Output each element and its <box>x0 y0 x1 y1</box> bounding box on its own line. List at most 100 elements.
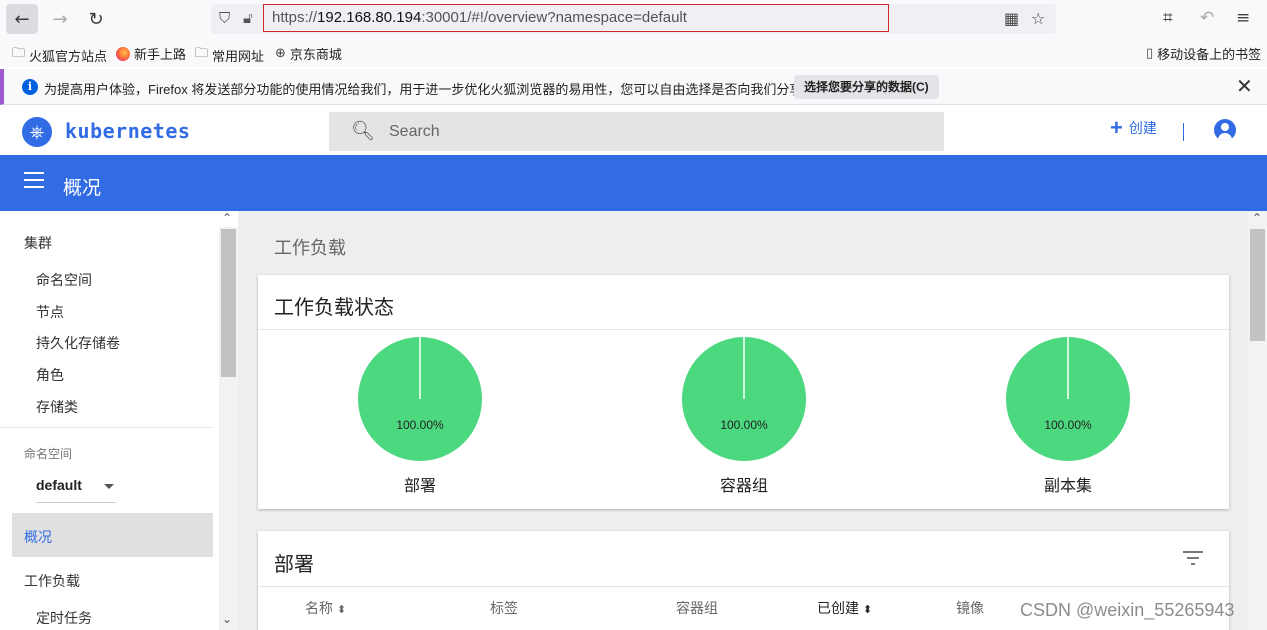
page-title-bar: 概况 <box>0 155 1267 211</box>
column-label: 标签 <box>490 600 518 616</box>
sidebar-group-cluster[interactable]: 集群 <box>24 233 52 253</box>
column-label: 镜像 <box>956 600 984 616</box>
pie-chart-replicasets: 100.00% <box>1006 337 1130 461</box>
bookmark-star-icon[interactable]: ☆ <box>1031 9 1045 28</box>
back-button[interactable]: ← <box>6 4 38 34</box>
sidebar-item-namespaces[interactable]: 命名空间 <box>36 270 92 290</box>
menu-icon[interactable]: ≡ <box>1236 8 1250 28</box>
brand-name[interactable]: kubernetes <box>65 119 190 143</box>
browser-toolbar: ← → ↻ ⛉ 🔓︎ https://192.168.80.194:30001/… <box>0 0 1267 39</box>
bookmark-jd[interactable]: ⊕ 京东商城 <box>275 44 342 63</box>
section-title: 工作负载 <box>274 238 346 258</box>
tracking-shield-icon[interactable]: ⛉ <box>219 9 230 27</box>
bookmarks-bar: 🗀 火狐官方站点 新手上路 🗀 常用网址 ⊕ 京东商城 ▯ 移动设备上的书签 <box>0 39 1267 67</box>
column-header-name[interactable]: 名称 ⬍ <box>305 598 346 618</box>
sidebar-scrollbar-thumb[interactable] <box>221 229 236 377</box>
sort-icon: ⬍ <box>336 603 347 616</box>
header-divider <box>1183 123 1184 141</box>
sidebar-item-cronjobs[interactable]: 定时任务 <box>36 608 92 628</box>
bookmark-common-sites[interactable]: 🗀 常用网址 <box>195 44 264 66</box>
workload-status-card: 工作负载状态 100.00% 部署 100.00% 容器组 100.00% 副本… <box>258 275 1229 509</box>
telemetry-notification: i 为提高用户体验，Firefox 将发送部分功能的使用情况给我们，用于进一步优… <box>0 69 1267 105</box>
scroll-down-arrow-icon[interactable]: ⌄ <box>222 612 232 626</box>
bookmark-label: 常用网址 <box>212 48 265 64</box>
forward-arrow-icon: → <box>52 8 68 30</box>
choose-data-button[interactable]: 选择您要分享的数据(C) <box>794 75 939 99</box>
column-header-created[interactable]: 已创建 ⬍ <box>817 598 872 618</box>
sidebar-item-overview[interactable]: 概况 <box>12 513 213 557</box>
forward-button[interactable]: → <box>44 4 76 34</box>
main-scrollbar-thumb[interactable] <box>1250 229 1265 341</box>
column-header-labels: 标签 <box>490 598 518 618</box>
pie-percent-label: 100.00% <box>720 418 768 432</box>
main-content: 工作负载 工作负载状态 100.00% 部署 100.00% 容器组 100.0… <box>238 211 1248 630</box>
reload-button[interactable]: ↻ <box>80 4 112 34</box>
sidebar-group-workloads[interactable]: 工作负载 <box>24 571 80 591</box>
pie-percent-label: 100.00% <box>396 418 444 432</box>
bookmark-label: 京东商城 <box>289 47 342 62</box>
folder-icon: 🗀 <box>12 46 26 61</box>
namespace-select[interactable]: default <box>36 477 116 503</box>
url-text[interactable]: https://192.168.80.194:30001/#!/overview… <box>263 4 889 32</box>
card-divider <box>258 586 1229 587</box>
mobile-device-icon: ▯ <box>1146 46 1154 61</box>
undo-icon[interactable]: ↶ <box>1200 8 1214 28</box>
search-box[interactable]: 🔍︎ <box>329 112 944 151</box>
namespace-value: default <box>36 477 82 493</box>
url-bar[interactable]: ⛉ 🔓︎ https://192.168.80.194:30001/#!/ove… <box>211 4 1056 34</box>
pie-percent-label: 100.00% <box>1044 418 1092 432</box>
hamburger-menu-icon[interactable] <box>24 172 44 188</box>
scroll-up-arrow-icon[interactable]: ⌃ <box>222 211 232 225</box>
column-label: 已创建 <box>817 600 859 616</box>
sidebar-item-persistent-volumes[interactable]: 持久化存储卷 <box>36 333 120 353</box>
reload-icon: ↻ <box>88 8 104 30</box>
bookmark-firefox-site[interactable]: 🗀 火狐官方站点 <box>12 44 107 66</box>
insecure-lock-icon[interactable]: 🔓︎ <box>243 9 253 27</box>
screenshot-crop-icon[interactable]: ⌗ <box>1163 8 1173 28</box>
pie-chart-deployments: 100.00% <box>358 337 482 461</box>
namespace-label: 命名空间 <box>24 447 73 461</box>
card-title: 部署 <box>274 554 314 576</box>
pie-label-replicasets: 副本集 <box>1043 478 1092 495</box>
create-label: 创建 <box>1128 120 1157 136</box>
sort-icon: ⬍ <box>862 603 873 616</box>
sidebar-item-nodes[interactable]: 节点 <box>36 302 64 322</box>
column-label: 名称 <box>305 600 333 616</box>
search-input[interactable] <box>389 121 929 143</box>
filter-icon[interactable] <box>1183 551 1203 565</box>
mobile-bookmarks[interactable]: ▯ 移动设备上的书签 <box>1146 44 1261 63</box>
sidebar-scrollbar[interactable] <box>219 227 238 630</box>
column-label: 容器组 <box>676 600 718 616</box>
folder-icon: 🗀 <box>195 46 209 61</box>
sidebar-item-storage-classes[interactable]: 存储类 <box>36 397 78 417</box>
pie-label-deployments: 部署 <box>403 478 436 495</box>
globe-icon: ⊕ <box>275 46 286 61</box>
info-icon: i <box>22 79 38 95</box>
search-icon: 🔍︎ <box>351 120 376 142</box>
firefox-icon <box>116 46 130 61</box>
sidebar-divider <box>0 427 213 428</box>
pie-label-pods: 容器组 <box>719 478 768 495</box>
bookmark-getting-started[interactable]: 新手上路 <box>116 44 186 63</box>
back-arrow-icon: ← <box>14 8 30 30</box>
qr-code-icon[interactable]: ▦ <box>1004 9 1019 28</box>
sidebar: 集群 命名空间 节点 持久化存储卷 角色 存储类 命名空间 default 概况… <box>0 211 238 630</box>
account-circle-icon[interactable] <box>1214 119 1236 141</box>
column-header-images: 镜像 <box>956 598 984 618</box>
dropdown-caret-icon <box>104 484 114 489</box>
card-title: 工作负载状态 <box>274 297 394 319</box>
card-divider <box>258 329 1229 330</box>
bookmark-label: 新手上路 <box>134 47 187 62</box>
kubernetes-logo-icon[interactable]: ⎈ <box>22 117 52 147</box>
mobile-bookmarks-label: 移动设备上的书签 <box>1157 47 1262 62</box>
watermark: CSDN @weixin_55265943 <box>1020 600 1235 620</box>
sidebar-item-overview-label: 概况 <box>24 529 52 545</box>
scroll-up-arrow-icon[interactable]: ⌃ <box>1252 211 1262 225</box>
pie-chart-pods: 100.00% <box>682 337 806 461</box>
main-scrollbar[interactable] <box>1248 211 1267 630</box>
close-icon[interactable]: ✕ <box>1236 74 1253 98</box>
create-button[interactable]: + 创建 <box>1110 117 1157 139</box>
page-title: 概况 <box>63 178 102 199</box>
sidebar-item-roles[interactable]: 角色 <box>36 365 64 385</box>
notification-text: 为提高用户体验，Firefox 将发送部分功能的使用情况给我们，用于进一步优化火… <box>44 82 842 97</box>
